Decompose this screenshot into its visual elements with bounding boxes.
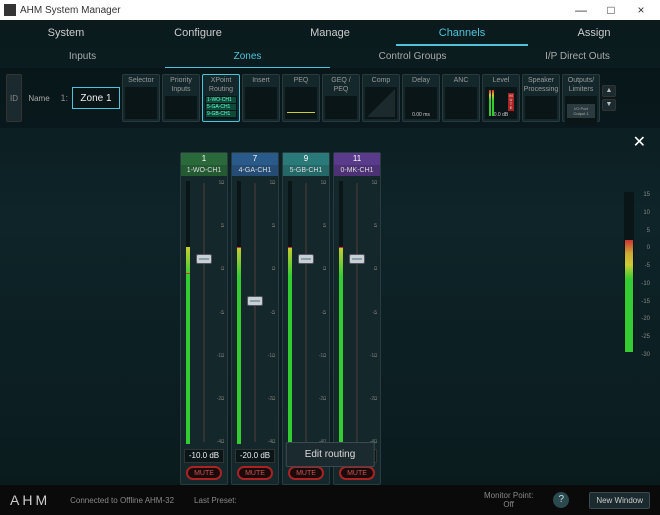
tab-configure[interactable]: Configure: [132, 20, 264, 46]
level-meter: [237, 181, 241, 444]
db-readout[interactable]: -10.0 dB: [184, 449, 224, 463]
last-preset: Last Preset:: [194, 496, 237, 505]
tab-manage[interactable]: Manage: [264, 20, 396, 46]
help-button[interactable]: ?: [553, 492, 569, 508]
channel-strip: 74-GA-CH11050-5-10-20-40-20.0 dBMUTE: [231, 152, 279, 485]
zone-strip: ID Name 1: Zone 1 SelectorPriority Input…: [0, 68, 660, 128]
mute-button[interactable]: MUTE: [237, 466, 273, 480]
main-panel: 11-WO-CH11050-5-10-20-40-10.0 dBMUTE74-G…: [0, 152, 660, 485]
window-titlebar: AHM System Manager — □ ×: [0, 0, 660, 20]
channel-faders: 11-WO-CH11050-5-10-20-40-10.0 dBMUTE74-G…: [180, 152, 381, 485]
scroll-down-button[interactable]: ▼: [602, 99, 616, 111]
module-priority-inputs[interactable]: Priority Inputs: [162, 74, 200, 122]
channel-number: 9: [283, 153, 329, 165]
channel-name: 5-GB-CH1: [283, 165, 329, 176]
channel-number: 7: [232, 153, 278, 165]
main-tabs: SystemConfigureManageChannelsAssign: [0, 20, 660, 46]
scroll-up-button[interactable]: ▲: [602, 85, 616, 97]
module-outputs-limiters[interactable]: Outputs/ LimitersI/O Port Output 1: [562, 74, 600, 122]
close-button[interactable]: ×: [626, 3, 656, 17]
module-insert[interactable]: Insert: [242, 74, 280, 122]
channel-name: 4-GA-CH1: [232, 165, 278, 176]
fader-knob[interactable]: [196, 254, 212, 264]
app-icon: [4, 4, 16, 16]
name-column-label: Name: [24, 94, 54, 103]
channel-number: 11: [334, 153, 380, 165]
channel-strip: 11-WO-CH11050-5-10-20-40-10.0 dBMUTE: [180, 152, 228, 485]
module-peq[interactable]: PEQ: [282, 74, 320, 122]
channel-strip: 110-MK-CH11050-5-10-20-40-10.0 dBMUTE: [333, 152, 381, 485]
mute-button[interactable]: MUTE: [288, 466, 324, 480]
module-xpoint-routing[interactable]: XPoint Routing1-WO-CH15-GA-CH19-GB-CH1: [202, 74, 240, 122]
module-speaker-processing[interactable]: Speaker Processing: [522, 74, 560, 122]
subtab-control-groups[interactable]: Control Groups: [330, 46, 495, 68]
fader-knob[interactable]: [349, 254, 365, 264]
level-meter: [186, 181, 190, 444]
id-column-button[interactable]: ID: [6, 74, 22, 122]
db-readout[interactable]: -20.0 dB: [235, 449, 275, 463]
mute-button[interactable]: MUTE: [186, 466, 222, 480]
channel-name: 0-MK-CH1: [334, 165, 380, 176]
channel-strip: 95-GB-CH11050-5-10-20-40-10.0 dBMUTE: [282, 152, 330, 485]
module-geq-peq[interactable]: GEQ / PEQ: [322, 74, 360, 122]
new-window-button[interactable]: New Window: [589, 492, 650, 509]
scroll-arrows: ▲ ▼: [602, 85, 616, 111]
module-anc[interactable]: ANC: [442, 74, 480, 122]
tab-channels[interactable]: Channels: [396, 20, 528, 46]
subtab-inputs[interactable]: Inputs: [0, 46, 165, 68]
fader-knob[interactable]: [298, 254, 314, 264]
status-bar: AHM Connected to Offline AHM-32 Last Pre…: [0, 485, 660, 515]
maximize-button[interactable]: □: [596, 3, 626, 17]
module-delay[interactable]: Delay0.00 ms: [402, 74, 440, 122]
output-meter: 151050-5-10-15-20-25-30: [624, 192, 652, 352]
module-selector[interactable]: Selector: [122, 74, 160, 122]
module-level[interactable]: LevelM U T E0.0 dB: [482, 74, 520, 122]
level-meter: [288, 181, 292, 444]
sub-tabs: InputsZonesControl GroupsI/P Direct Outs: [0, 46, 660, 68]
mute-button[interactable]: MUTE: [339, 466, 375, 480]
channel-number: 1: [181, 153, 227, 165]
fader-knob[interactable]: [247, 296, 263, 306]
subtab-i-p-direct-outs[interactable]: I/P Direct Outs: [495, 46, 660, 68]
zone-name-field[interactable]: Zone 1: [72, 87, 120, 109]
close-panel-icon[interactable]: ✕: [0, 128, 660, 152]
logo: AHM: [10, 492, 50, 508]
edit-routing-button[interactable]: Edit routing: [286, 442, 375, 467]
channel-name: 1-WO-CH1: [181, 165, 227, 176]
subtab-zones[interactable]: Zones: [165, 46, 330, 68]
window-title: AHM System Manager: [20, 5, 121, 16]
zone-number: 1:: [56, 93, 68, 103]
tab-assign[interactable]: Assign: [528, 20, 660, 46]
level-meter: [339, 181, 343, 444]
module-comp[interactable]: Comp: [362, 74, 400, 122]
minimize-button[interactable]: —: [566, 3, 596, 17]
monitor-point: Monitor Point:Off: [484, 491, 533, 509]
tab-system[interactable]: System: [0, 20, 132, 46]
connection-status: Connected to Offline AHM-32: [70, 496, 174, 505]
